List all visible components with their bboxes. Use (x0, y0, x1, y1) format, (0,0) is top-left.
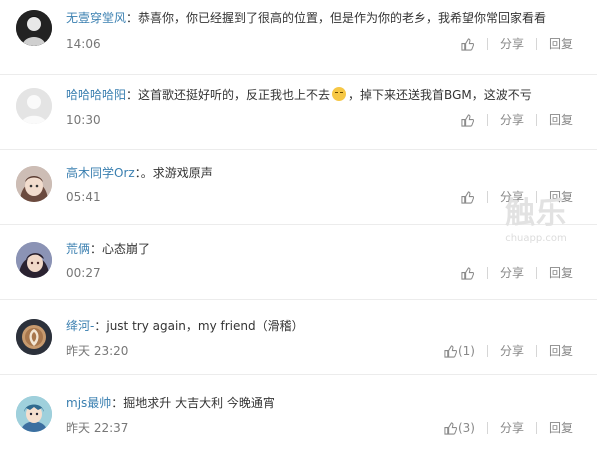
comment-item: 哈哈哈哈阳：这首歌还挺好听的，反正我也上不去 ，掉下来还送我首BGM，这波不亏 1… (0, 75, 597, 150)
share-button[interactable]: 分享 (500, 37, 524, 51)
comment-text: just try again，my friend（滑稽） (106, 319, 304, 333)
site-watermark: 触乐 chuapp.com (494, 196, 578, 254)
like-button[interactable] (461, 113, 475, 127)
watermark-logo: 触乐 (505, 196, 567, 231)
comment-body: mjs最帅：掘地求升 大吉大利 今晚通宵 (66, 395, 589, 411)
comment-separator: ： (94, 319, 107, 333)
comment-separator: ： (126, 11, 139, 25)
action-divider (535, 267, 537, 279)
avatar[interactable] (16, 166, 52, 202)
comment-separator: ： (126, 88, 139, 102)
like-button[interactable] (461, 190, 475, 204)
like-count: (1) (457, 344, 475, 358)
share-button[interactable]: 分享 (500, 266, 524, 280)
comment-time: 05:41 (66, 190, 101, 204)
action-divider (486, 422, 488, 434)
comment-actions: 分享 回复 (461, 37, 573, 51)
comment-text: 恭喜你，你已经握到了很高的位置，但是作为你的老乡，我希望你常回家看看 (138, 11, 547, 25)
avatar[interactable] (16, 242, 52, 278)
comment-actions: (3) 分享 回复 (444, 421, 573, 435)
smug-face-emoji-icon (332, 87, 347, 101)
anime-dark-hair-avatar-icon (16, 242, 52, 278)
action-divider (486, 38, 488, 50)
comment-username[interactable]: 无壹穿堂风 (66, 11, 126, 25)
share-button[interactable]: 分享 (500, 344, 524, 358)
anime-girl-avatar-icon (16, 166, 52, 202)
action-divider (535, 422, 537, 434)
comment-text: 掘地求升 大吉大利 今晚通宵 (123, 396, 275, 410)
thumbs-up-icon (461, 37, 474, 51)
comment-body: 高木同学Orz：。求游戏原声 (66, 165, 589, 181)
avatar[interactable] (16, 396, 52, 432)
comment-text: 心态崩了 (102, 242, 151, 256)
like-button[interactable] (461, 266, 475, 280)
comment-actions: 分享 回复 (461, 266, 573, 280)
action-divider (486, 345, 488, 357)
comment-item: mjs最帅：掘地求升 大吉大利 今晚通宵 昨天 22:37 (3) 分享 回复 (0, 375, 597, 449)
thumbs-up-icon (461, 190, 474, 204)
watermark-url: chuapp.com (505, 233, 567, 244)
thumbs-up-icon (461, 266, 474, 280)
comment-actions: 分享 回复 (461, 113, 573, 127)
like-button[interactable] (461, 37, 475, 51)
thumbs-up-icon (444, 421, 457, 435)
comment-body: 无壹穿堂风：恭喜你，你已经握到了很高的位置，但是作为你的老乡，我希望你常回家看看 (66, 10, 589, 26)
like-button[interactable]: (1) (444, 344, 475, 358)
comment-text-continued: ，掉下来还送我首BGM，这波不亏 (348, 88, 532, 102)
reply-button[interactable]: 回复 (549, 266, 573, 280)
comment-username[interactable]: mjs最帅 (66, 396, 111, 410)
action-divider (535, 38, 537, 50)
thumbs-up-icon (444, 344, 457, 358)
comment-time: 10:30 (66, 113, 101, 127)
reply-button[interactable]: 回复 (549, 113, 573, 127)
action-divider (486, 267, 488, 279)
reply-button[interactable]: 回复 (549, 37, 573, 51)
comment-item: 无壹穿堂风：恭喜你，你已经握到了很高的位置，但是作为你的老乡，我希望你常回家看看… (0, 0, 597, 75)
comment-time: 昨天 22:37 (66, 421, 129, 435)
comment-body: 绛河-：just try again，my friend（滑稽） (66, 318, 589, 334)
comment-username[interactable]: 荒俩 (66, 242, 90, 256)
comment-text: 。求游戏原声 (140, 166, 213, 180)
comment-body: 哈哈哈哈阳：这首歌还挺好听的，反正我也上不去 ，掉下来还送我首BGM，这波不亏 (66, 87, 589, 103)
comment-item: 绛河-：just try again，my friend（滑稽） 昨天 23:2… (0, 300, 597, 375)
anime-boy-avatar-icon (16, 396, 52, 432)
action-divider (486, 191, 488, 203)
default-user-avatar-icon (16, 88, 52, 124)
action-divider (486, 114, 488, 126)
comment-separator: ： (90, 242, 103, 256)
comment-username[interactable]: 高木同学Orz (66, 166, 135, 180)
comment-username[interactable]: 绛河- (66, 319, 94, 333)
comment-time: 00:27 (66, 266, 101, 280)
latte-art-avatar-icon (16, 319, 52, 355)
comment-time: 昨天 23:20 (66, 344, 129, 358)
comment-actions: (1) 分享 回复 (444, 344, 573, 358)
reply-button[interactable]: 回复 (549, 421, 573, 435)
reply-button[interactable]: 回复 (549, 344, 573, 358)
comment-text: 这首歌还挺好听的，反正我也上不去 (138, 88, 331, 102)
thumbs-up-icon (461, 113, 474, 127)
comment-username[interactable]: 哈哈哈哈阳 (66, 88, 126, 102)
avatar[interactable] (16, 88, 52, 124)
dark-portrait-avatar-icon (16, 10, 52, 46)
like-count: (3) (457, 421, 475, 435)
comment-separator: ： (111, 396, 124, 410)
action-divider (535, 345, 537, 357)
action-divider (535, 114, 537, 126)
like-button[interactable]: (3) (444, 421, 475, 435)
avatar[interactable] (16, 319, 52, 355)
comment-time: 14:06 (66, 37, 101, 51)
avatar[interactable] (16, 10, 52, 46)
share-button[interactable]: 分享 (500, 421, 524, 435)
share-button[interactable]: 分享 (500, 113, 524, 127)
